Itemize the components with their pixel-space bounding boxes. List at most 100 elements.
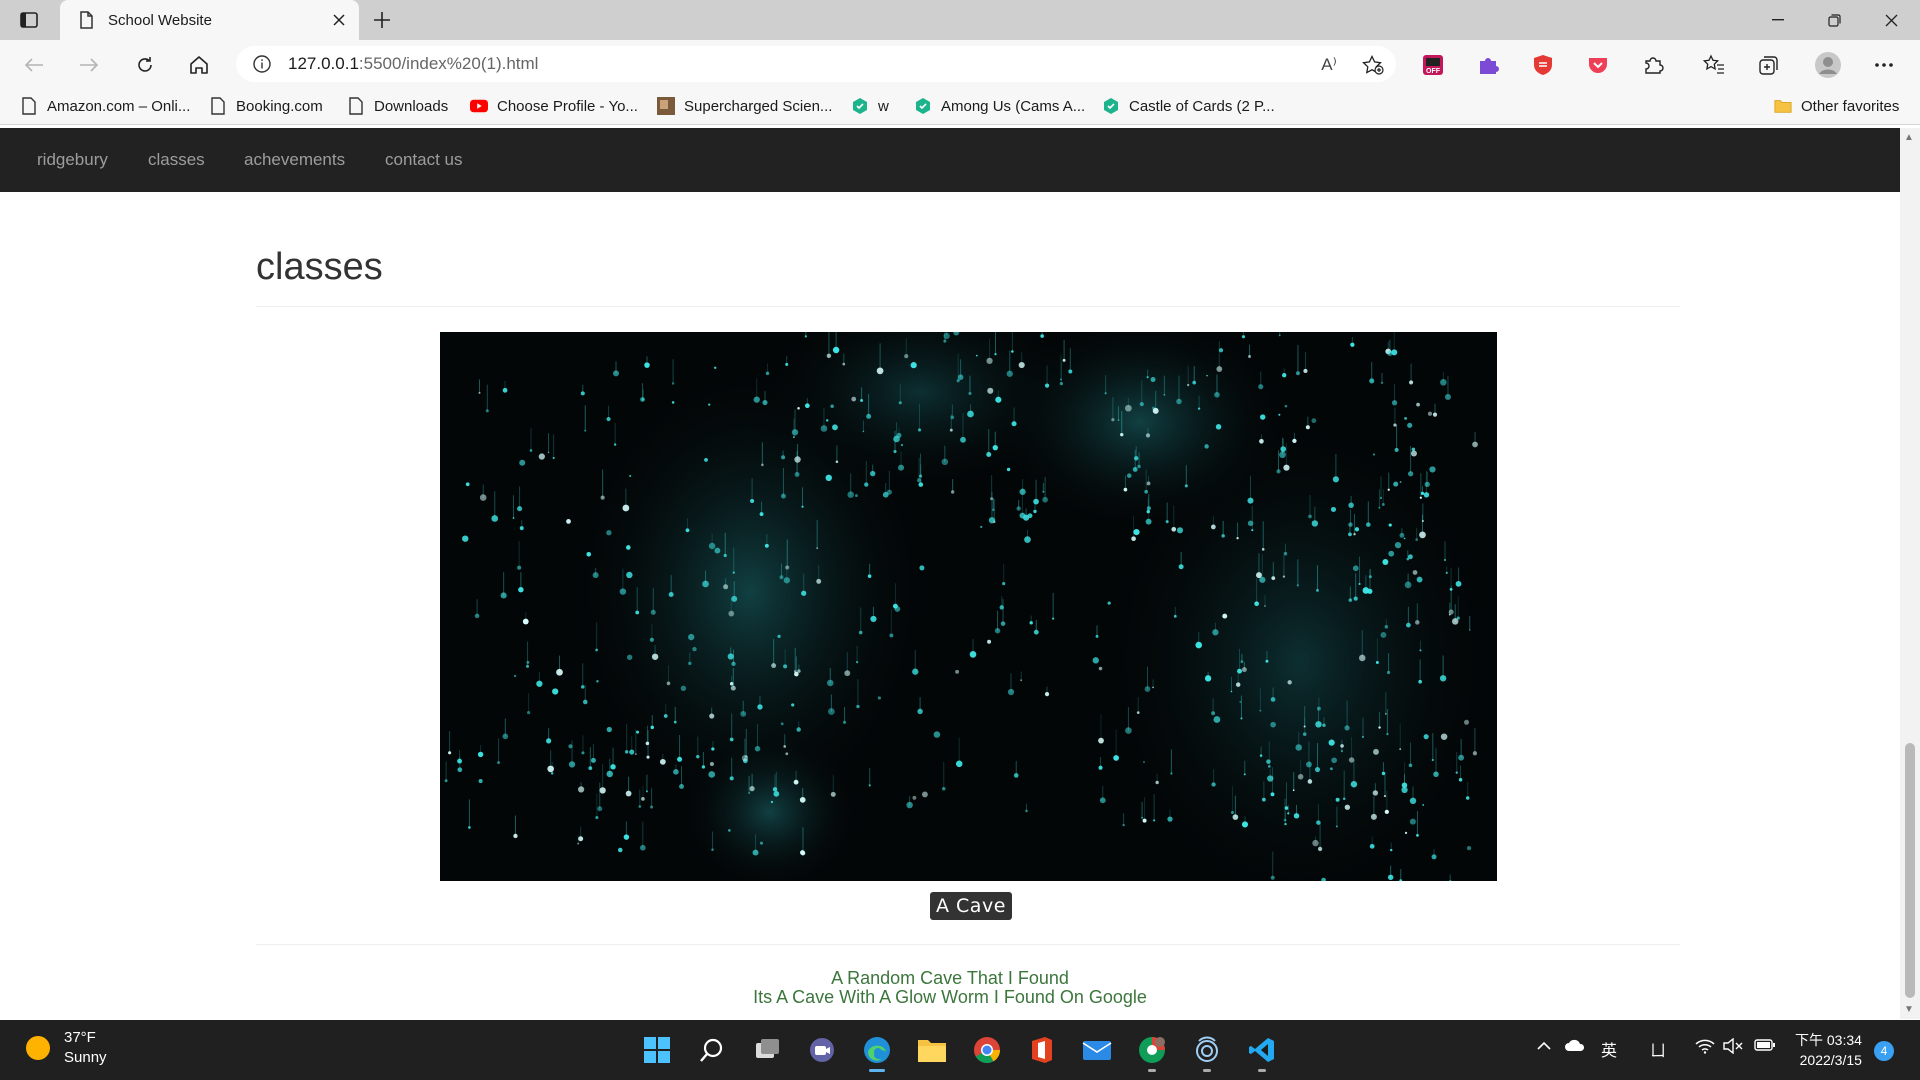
refresh-icon[interactable]: [127, 47, 163, 83]
favorite-label: Other favorites: [1801, 97, 1900, 115]
address-bar[interactable]: 127.0.0.1:5500/index%20(1).html: [236, 46, 1396, 82]
cave-image: [440, 332, 1497, 881]
description-line-1: A Random Cave That I Found: [831, 968, 1069, 988]
favorite-label: Castle of Cards (2 P...: [1129, 97, 1275, 115]
url-text[interactable]: 127.0.0.1:5500/index%20(1).html: [288, 54, 538, 74]
favorite-label: w: [878, 97, 889, 115]
hex-icon: [914, 97, 932, 115]
shield-extension-icon[interactable]: [1525, 47, 1561, 83]
favorite-label: Booking.com: [236, 97, 323, 115]
other-favorites[interactable]: Other favorites: [1774, 88, 1899, 124]
ime-mode-indicator[interactable]: ㄩ: [1650, 1037, 1666, 1061]
favorites-bar: Amazon.com – Onli... Booking.com Downloa…: [0, 88, 1920, 125]
add-favorite-icon[interactable]: [1355, 47, 1391, 83]
chrome-profile-icon[interactable]: [1132, 1030, 1172, 1072]
page-icon: [347, 97, 365, 115]
favorite-downloads[interactable]: Downloads: [347, 88, 448, 124]
image-caption: A Cave: [930, 892, 1012, 920]
volume-muted-icon[interactable]: [1723, 1037, 1743, 1059]
page-title: classes: [256, 246, 383, 288]
nav-achevements[interactable]: achevements: [244, 128, 345, 192]
teams-chat-icon[interactable]: [802, 1030, 842, 1070]
folder-icon: [1774, 97, 1792, 115]
page-icon: [80, 11, 93, 29]
hex-icon: [851, 97, 869, 115]
home-icon[interactable]: [181, 47, 217, 83]
system-clock[interactable]: 下午 03:34 2022/3/15: [1795, 1030, 1862, 1070]
scroll-up-icon[interactable]: ▲: [1904, 132, 1914, 143]
clock-time: 下午 03:34: [1795, 1032, 1862, 1048]
puzzle-extension-icon[interactable]: [1470, 47, 1506, 83]
favorite-label: Supercharged Scien...: [684, 97, 833, 115]
favorite-label: Choose Profile - Yo...: [497, 97, 638, 115]
show-hidden-icons-icon[interactable]: [1536, 1038, 1552, 1056]
task-view-icon[interactable]: [747, 1030, 787, 1070]
chrome-icon[interactable]: [967, 1030, 1007, 1070]
divider: [256, 306, 1680, 307]
start-icon[interactable]: [637, 1030, 677, 1070]
pocket-extension-icon[interactable]: [1580, 47, 1616, 83]
nav-classes[interactable]: classes: [148, 128, 205, 192]
scroll-down-icon[interactable]: ▼: [1904, 1004, 1914, 1015]
favorite-label: Downloads: [374, 97, 449, 115]
browser-tab[interactable]: School Website: [60, 0, 359, 40]
profile-avatar-icon[interactable]: [1810, 47, 1846, 83]
read-aloud-icon[interactable]: A⁾: [1311, 47, 1347, 83]
weather-temperature: 37°F: [64, 1029, 96, 1046]
svg-text:OFF: OFF: [1426, 68, 1441, 75]
favorites-icon[interactable]: [1696, 47, 1732, 83]
input-language-indicator[interactable]: 英: [1601, 1037, 1617, 1061]
cortana-icon[interactable]: [1187, 1030, 1227, 1072]
favorite-booking[interactable]: Booking.com: [209, 88, 323, 124]
sun-icon: [26, 1036, 50, 1060]
vscode-icon[interactable]: [1242, 1030, 1282, 1072]
page-viewport: ridgebury classes achevements contact us…: [0, 128, 1900, 1019]
file-explorer-icon[interactable]: [912, 1030, 952, 1070]
page-icon: [20, 97, 38, 115]
collections-icon[interactable]: [1751, 47, 1787, 83]
minimize-icon[interactable]: [1749, 0, 1806, 40]
tab-actions-icon[interactable]: [18, 10, 40, 30]
tab-title: School Website: [108, 11, 212, 29]
close-window-icon[interactable]: [1863, 0, 1920, 40]
search-icon[interactable]: [692, 1030, 732, 1070]
back-icon[interactable]: [16, 47, 52, 83]
favorite-label: Among Us (Cams A...: [941, 97, 1086, 115]
restore-icon[interactable]: [1806, 0, 1863, 40]
nav-contact-us[interactable]: contact us: [385, 128, 463, 192]
favorite-supercharged[interactable]: Supercharged Scien...: [657, 88, 832, 124]
new-tab-icon[interactable]: [368, 6, 396, 34]
onedrive-icon[interactable]: [1564, 1038, 1586, 1057]
tab-strip: School Website: [0, 0, 1920, 40]
site-info-icon[interactable]: [252, 54, 272, 74]
honey-extension-icon[interactable]: OFF: [1415, 47, 1451, 83]
favorite-amazon[interactable]: Amazon.com – Onli...: [20, 88, 190, 124]
weather-widget[interactable]: 37°F Sunny: [26, 1028, 107, 1068]
scrollbar-thumb[interactable]: [1905, 743, 1915, 998]
office-icon[interactable]: [1022, 1030, 1062, 1070]
extensions-icon[interactable]: [1635, 47, 1671, 83]
page-scrollbar[interactable]: ▲ ▼: [1900, 128, 1920, 1019]
site-navbar: ridgebury classes achevements contact us: [0, 128, 1900, 192]
close-tab-icon[interactable]: [325, 6, 353, 34]
thumbnail-icon: [657, 97, 675, 115]
page-icon: [209, 97, 227, 115]
favorite-w[interactable]: w: [851, 88, 889, 124]
edge-icon[interactable]: [857, 1030, 897, 1072]
more-menu-icon[interactable]: [1866, 47, 1902, 83]
favorite-castle-of-cards[interactable]: Castle of Cards (2 P...: [1102, 88, 1275, 124]
clock-date: 2022/3/15: [1799, 1052, 1862, 1068]
weather-condition: Sunny: [64, 1049, 107, 1066]
battery-icon[interactable]: [1754, 1038, 1776, 1057]
favorite-choose-profile[interactable]: Choose Profile - Yo...: [470, 88, 638, 124]
nav-ridgebury[interactable]: ridgebury: [37, 128, 108, 192]
wifi-icon[interactable]: [1695, 1038, 1715, 1059]
favorite-among-us[interactable]: Among Us (Cams A...: [914, 88, 1085, 124]
divider: [256, 944, 1680, 945]
notification-badge[interactable]: 4: [1874, 1041, 1894, 1061]
forward-icon[interactable]: [71, 47, 107, 83]
favorite-label: Amazon.com – Onli...: [47, 97, 191, 115]
youtube-icon: [470, 97, 488, 115]
hex-icon: [1102, 97, 1120, 115]
mail-icon[interactable]: [1077, 1030, 1117, 1070]
